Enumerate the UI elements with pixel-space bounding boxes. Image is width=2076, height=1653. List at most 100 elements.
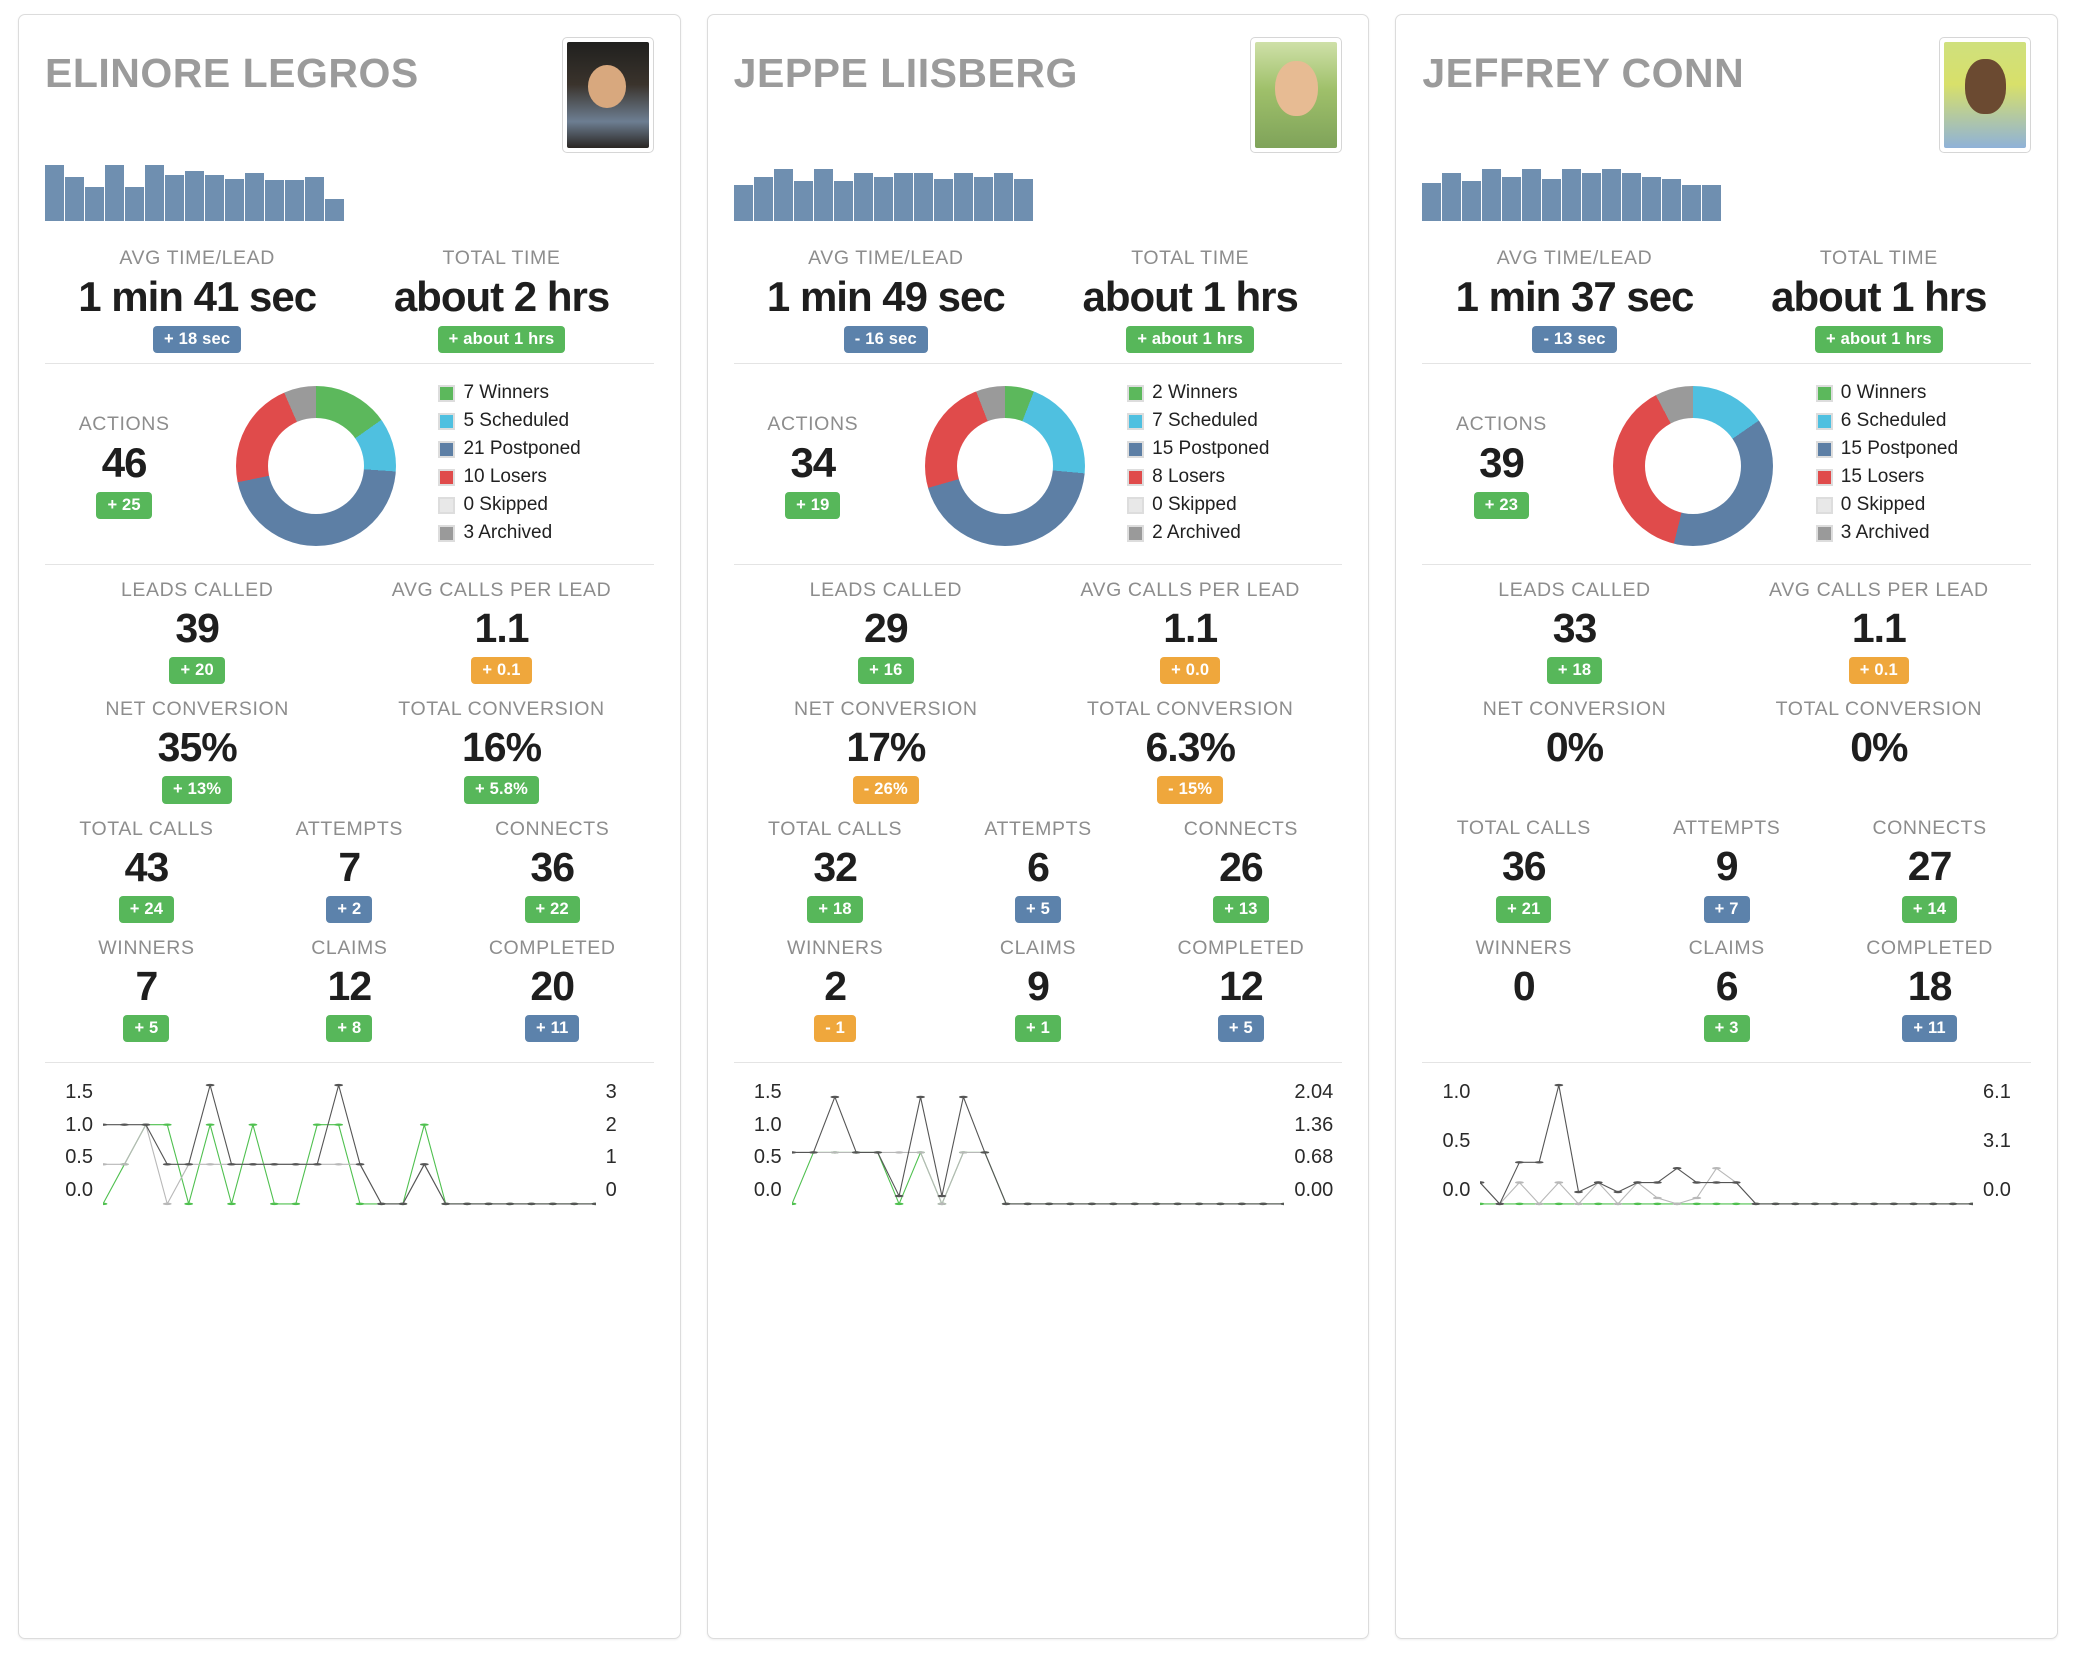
metric-value: 36	[530, 843, 575, 890]
left-axis-tick: 1.0	[753, 1113, 782, 1136]
legend-swatch-icon	[438, 524, 456, 542]
left-axis-tick: 0.5	[65, 1146, 93, 1169]
metric-label: TOTAL CONVERSION	[1086, 698, 1294, 721]
avg-time-per-lead-value: 1 min 41 sec	[78, 273, 317, 320]
sparkline-bar	[165, 175, 184, 221]
legend-item: 0 Skipped	[1815, 494, 2031, 516]
metric-attempts: ATTEMPTS 6 + 5	[937, 818, 1140, 923]
metric-leads-called: LEADS CALLED 39 + 20	[45, 579, 349, 685]
metric-value: 0%	[1545, 724, 1604, 771]
legend-swatch-icon	[1127, 524, 1145, 542]
metric-completed: COMPLETED 12 + 5	[1139, 937, 1342, 1042]
metric-value: 9	[1715, 843, 1739, 890]
metric-value: 6	[1715, 962, 1739, 1009]
right-axis-tick: 0	[605, 1178, 617, 1201]
actions-section: ACTIONS 46 + 25 7 Winners 5 Scheduled 21 Post…	[45, 363, 654, 564]
metric-claims: CLAIMS 12 + 8	[248, 937, 451, 1042]
metric-label: COMPLETED	[488, 936, 616, 959]
sparkline-bar	[1682, 185, 1702, 221]
avg-time-per-lead-label: AVG TIME/LEAD	[808, 247, 964, 269]
agent-name: JEFFREY CONN	[1422, 50, 1745, 96]
metric-value: 0%	[1850, 724, 1908, 771]
avatar-frame	[561, 37, 654, 153]
metric-label: AVG CALLS PER LEAD	[1769, 579, 1989, 602]
metric-label: LEADS CALLED	[1498, 579, 1651, 602]
metric-label: NET CONVERSION	[794, 698, 978, 721]
avg-time-per-lead-delta-badge: + 18 sec	[153, 326, 242, 354]
chart-right-axis: 6.1 3.1 0.0	[1973, 1077, 2031, 1212]
metric-delta-badge: + 0.0	[1160, 657, 1221, 685]
metric-value: 1.1	[1851, 605, 1907, 652]
sparkline-bar	[125, 187, 144, 221]
sparkline-bar	[773, 169, 793, 221]
metric-net-conversion: NET CONVERSION 35% + 13%	[45, 698, 349, 804]
sparkline-bar	[953, 173, 973, 221]
actions-donut-wrap	[892, 386, 1117, 547]
legend-swatch-icon	[1815, 440, 1833, 458]
metric-value: 6	[1027, 843, 1050, 890]
legend-label: 15 Losers	[1840, 466, 1925, 488]
actions-value: 46	[101, 439, 148, 487]
legend-item: 3 Archived	[1815, 522, 2031, 544]
legend-label: 0 Skipped	[1840, 494, 1926, 516]
agent-name: ELINORE LEGROS	[45, 50, 419, 96]
time-section: AVG TIME/LEAD 1 min 49 sec - 16 sec TOTAL T…	[734, 247, 1343, 363]
metric-delta-badge: + 13	[1213, 895, 1269, 923]
sparkline-bar	[793, 181, 813, 221]
metric-delta-badge: + 21	[1496, 895, 1552, 923]
actions-label: ACTIONS	[767, 413, 859, 436]
sparkline-bar	[1662, 179, 1682, 221]
stats-row: LEADS CALLED 33 + 18 AVG CALLS PER LEAD 1.1 +…	[1422, 564, 2032, 694]
metric-label: WINNERS	[98, 936, 195, 959]
metric-delta-badge: + 2	[326, 895, 373, 923]
metric-completed: COMPLETED 18 + 11	[1828, 937, 2031, 1042]
total-time: TOTAL TIME about 2 hrs + about 1 hrs	[349, 247, 653, 354]
metric-total-conversion: TOTAL CONVERSION 0%	[1727, 698, 2031, 803]
metric-label: ATTEMPTS	[295, 817, 404, 840]
actions-summary: ACTIONS 46 + 25	[45, 413, 203, 520]
metric-delta-badge: + 14	[1901, 895, 1958, 923]
legend-swatch-icon	[1127, 468, 1145, 486]
avg-time-per-lead: AVG TIME/LEAD 1 min 49 sec - 16 sec	[734, 247, 1038, 354]
sparkline-bar	[85, 187, 104, 221]
metric-attempts: ATTEMPTS 7 + 2	[248, 818, 451, 923]
legend-swatch-icon	[1815, 412, 1833, 430]
legend-item: 10 Losers	[438, 466, 653, 488]
sparkline-bar	[305, 177, 324, 221]
left-axis-tick: 1.5	[753, 1080, 782, 1103]
metric-value: 7	[338, 843, 361, 890]
legend-item: 7 Scheduled	[1127, 410, 1342, 432]
sparkline-bar	[813, 169, 833, 221]
stats-row: TOTAL CALLS 43 + 24 ATTEMPTS 7 + 2 CONNECTS 36 +…	[45, 814, 654, 933]
trend-line-chart: 1.5 1.0 0.5 0.0 2.04 1.36 0.68 0.00	[733, 1061, 1343, 1212]
metric-delta-badge: + 0.1	[1848, 657, 1909, 685]
right-axis-tick: 3	[605, 1080, 617, 1103]
legend-item: 2 Archived	[1127, 522, 1342, 544]
metric-value: 20	[530, 962, 575, 1009]
metric-claims: CLAIMS 9 + 1	[937, 937, 1140, 1042]
metric-value: 12	[1219, 962, 1264, 1009]
actions-delta-badge: + 23	[1473, 492, 1530, 520]
chart-plot-area	[1480, 1077, 1974, 1212]
avatar-frame	[1250, 37, 1343, 153]
legend-item: 7 Winners	[438, 382, 653, 404]
sparkline-bar	[833, 181, 853, 221]
legend-label: 15 Postponed	[1152, 438, 1270, 460]
metric-delta-badge: + 7	[1703, 895, 1750, 923]
actions-label: ACTIONS	[1456, 413, 1547, 436]
metric-value: 36	[1501, 843, 1547, 890]
metric-delta-badge: + 20	[169, 657, 225, 685]
metric-value: 1.1	[474, 605, 530, 652]
actions-value: 39	[1479, 439, 1525, 487]
legend-item: 6 Scheduled	[1815, 410, 2031, 432]
time-section: AVG TIME/LEAD 1 min 41 sec + 18 sec TOTAL T…	[45, 247, 654, 363]
actions-donut-wrap	[203, 386, 428, 547]
card-header: JEFFREY CONN	[1422, 37, 2032, 157]
total-time-value: about 2 hrs	[393, 273, 610, 320]
metric-label: NET CONVERSION	[1482, 698, 1667, 721]
metric-label: LEADS CALLED	[120, 579, 274, 602]
legend-label: 8 Losers	[1152, 466, 1225, 488]
agent-card: JEPPE LIISBERG AVG TIME/LEAD 1 min 49 sec -…	[706, 14, 1370, 1639]
legend-item: 15 Postponed	[1127, 438, 1342, 460]
metric-delta-badge: + 5.8%	[464, 776, 540, 804]
